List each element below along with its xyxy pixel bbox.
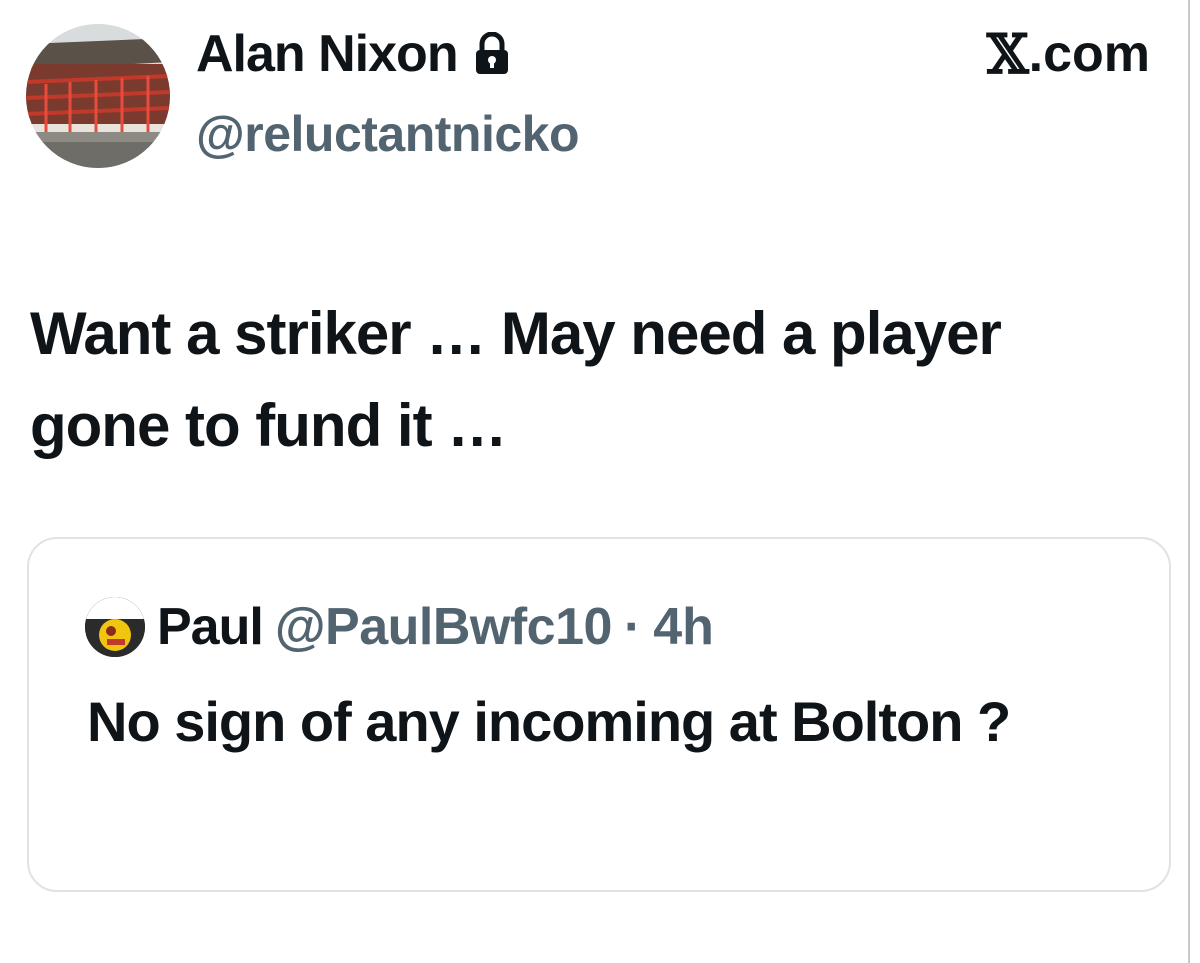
quote-author-name[interactable]: Paul [157, 595, 264, 659]
right-border-divider [1188, 0, 1190, 963]
brand-suffix: .com [1028, 25, 1150, 83]
quote-author-handle[interactable]: @PaulBwfc10 [275, 595, 613, 659]
quote-header: Paul @PaulBwfc10 · 4h [85, 595, 714, 659]
quote-author-avatar[interactable] [85, 597, 145, 657]
author-name-row: Alan Nixon [196, 22, 512, 86]
quote-separator: · [623, 598, 642, 656]
tweet-text: Want a striker … May need a player gone … [30, 300, 1002, 459]
tweet-screenshot: Alan Nixon @reluctantnicko 𝕏 .com Want a … [0, 0, 1200, 963]
quote-tweet-card[interactable]: Paul @PaulBwfc10 · 4h No sign of any inc… [27, 537, 1171, 892]
brand-label[interactable]: 𝕏 .com [987, 22, 1150, 86]
x-logo-icon: 𝕏 [986, 22, 1029, 86]
quote-timestamp[interactable]: 4h [653, 595, 714, 659]
author-handle[interactable]: @reluctantnicko [196, 102, 580, 166]
lock-icon [472, 31, 512, 76]
quote-text: No sign of any incoming at Bolton ? [87, 690, 1011, 753]
author-avatar[interactable] [26, 24, 170, 168]
stadium-stand-avatar-image [26, 24, 170, 168]
author-display-name[interactable]: Alan Nixon [196, 22, 459, 86]
